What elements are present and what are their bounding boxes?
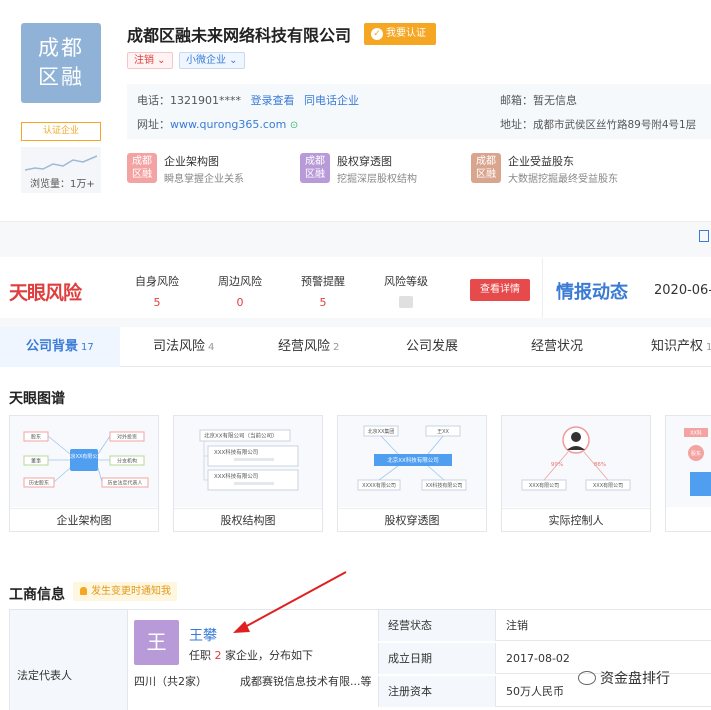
website-link[interactable]: www.qurong365.com bbox=[170, 118, 286, 131]
svg-text:北京XX集团: 北京XX集团 bbox=[368, 428, 395, 435]
svg-text:北京XX有限公司: 北京XX有限公司 bbox=[66, 453, 103, 460]
views-box: 浏览量：1万+ bbox=[21, 147, 101, 193]
legal-rep-region: 四川（共2家） bbox=[134, 675, 207, 688]
graph-card-actual-controller[interactable]: 99% 86% XXX有限公司 XXX有限公司 实际控制人 bbox=[501, 415, 651, 532]
graph-card-label: 企业架构图 bbox=[10, 508, 158, 532]
feature-title: 企业受益股东 bbox=[508, 155, 574, 168]
wechat-icon bbox=[578, 671, 596, 685]
company-name: 成都区融未来网络科技有限公司 bbox=[127, 26, 352, 45]
warning-risk[interactable]: 预警提醒 5 bbox=[293, 273, 353, 309]
svg-text:XX科技有限公司: XX科技有限公司 bbox=[426, 482, 463, 489]
business-section-title: 工商信息 bbox=[9, 587, 65, 603]
view-details-button[interactable]: 查看详情 bbox=[470, 279, 530, 301]
svg-text:历史股东: 历史股东 bbox=[29, 480, 49, 487]
graph-card-label: 股权结构图 bbox=[174, 508, 322, 532]
org-chart-thumbnail: 北京XX有限公司 股东 对外投资 董事 分支机构 历史股东 历史法定代表人 bbox=[10, 416, 158, 507]
equity-icon: 成都 区融 bbox=[300, 153, 330, 183]
graph-section-title: 天眼图谱 bbox=[9, 391, 65, 407]
equity-structure-thumbnail: 北京XX有限公司（当前公司） XXX科技有限公司 XXX科技有限公司 bbox=[174, 416, 322, 507]
svg-text:北京XX有限公司（当前公司）: 北京XX有限公司（当前公司） bbox=[204, 432, 278, 440]
email-row: 邮箱：暂无信息 bbox=[500, 94, 577, 107]
status-tag[interactable]: 注销 ⌄ bbox=[127, 52, 173, 69]
email-value: 暂无信息 bbox=[533, 94, 577, 107]
legal-rep-label-cell: 法定代表人 bbox=[9, 610, 128, 710]
risk-level-blur bbox=[399, 296, 413, 308]
main-tabs: 公司背景 17 司法风险 4 经营风险 2 公司发展 经营状况 知识产权 1 bbox=[0, 327, 711, 367]
feature-desc: 挖掘深层股权结构 bbox=[337, 174, 417, 185]
section-divider bbox=[0, 318, 711, 327]
svg-text:XXX有限公司: XXX有限公司 bbox=[593, 482, 623, 489]
tab-business-status[interactable]: 经营状况 bbox=[531, 327, 583, 367]
business-kv-column: 经营状态 注销 成立日期 2017-08-02 注册资本 50万人民币 bbox=[378, 610, 711, 710]
row-operating-status: 经营状态 注销 bbox=[378, 610, 711, 641]
phone-row: 电话：1321901**** 登录查看 同电话企业 bbox=[137, 94, 359, 107]
graph-card-label: 实际控制人 bbox=[502, 508, 650, 532]
svg-text:XXX科技有限公司: XXX科技有限公司 bbox=[214, 448, 258, 456]
svg-text:历史法定代表人: 历史法定代表人 bbox=[107, 480, 142, 487]
svg-text:王XX: 王XX bbox=[437, 429, 449, 435]
svg-text:86%: 86% bbox=[594, 462, 606, 468]
company-logo: 成都 区融 bbox=[21, 23, 101, 103]
tab-company-development[interactable]: 公司发展 bbox=[406, 327, 458, 367]
document-icon[interactable] bbox=[699, 230, 709, 242]
tab-intellectual-property[interactable]: 知识产权 1 bbox=[651, 327, 711, 367]
trend-chart-icon bbox=[25, 155, 97, 171]
svg-text:北京XX科技有限公司: 北京XX科技有限公司 bbox=[387, 456, 439, 464]
svg-text:XXX科技有限公司: XXX科技有限公司 bbox=[214, 472, 258, 480]
legal-rep-companies[interactable]: 成都赛锐信息技术有限...等 bbox=[240, 673, 372, 689]
feature-desc: 大数据挖掘最终受益股东 bbox=[508, 174, 618, 185]
org-chart-icon: 成都 区融 bbox=[127, 153, 157, 183]
same-phone-link[interactable]: 同电话企业 bbox=[304, 94, 359, 107]
scale-tag[interactable]: 小微企业 ⌄ bbox=[179, 52, 245, 69]
auth-badge[interactable]: 认证企业 bbox=[21, 122, 101, 141]
svg-text:股东: 股东 bbox=[31, 434, 41, 441]
views-count: 浏览量：1万+ bbox=[30, 179, 95, 190]
tab-business-risk[interactable]: 经营风险 2 bbox=[278, 327, 339, 367]
svg-text:XXXX有限公司: XXXX有限公司 bbox=[362, 482, 396, 489]
svg-text:董事: 董事 bbox=[31, 458, 41, 465]
svg-text:XXX有限公司: XXX有限公司 bbox=[529, 482, 559, 489]
tianyan-risk-logo: 天眼风险 bbox=[9, 282, 82, 304]
login-view-link[interactable]: 登录查看 bbox=[251, 94, 295, 107]
checkmark-icon: ✓ bbox=[371, 28, 383, 40]
svg-text:股东: 股东 bbox=[691, 450, 701, 457]
surrounding-risk[interactable]: 周边风险 0 bbox=[210, 273, 270, 309]
graph-card-label: 股权穿透图 bbox=[338, 508, 486, 532]
avatar[interactable]: 王 bbox=[134, 620, 179, 665]
intel-title: 情报动态 bbox=[556, 282, 628, 303]
graph-card-org-chart[interactable]: 北京XX有限公司 股东 对外投资 董事 分支机构 历史股东 历史法定代表人 企业… bbox=[9, 415, 159, 532]
svg-text:分支机构: 分支机构 bbox=[117, 458, 137, 465]
feature-title: 股权穿透图 bbox=[337, 155, 392, 168]
svg-text:XX科: XX科 bbox=[690, 430, 702, 437]
equity-penetration-thumbnail: 北京XX集团 王XX 北京XX科技有限公司 XXXX有限公司 XX科技有限公司 bbox=[338, 416, 486, 507]
verified-icon: ⊙ bbox=[289, 120, 299, 131]
intel-date: 2020-06- bbox=[654, 283, 711, 298]
tab-judicial-risk[interactable]: 司法风险 4 bbox=[153, 327, 214, 367]
phone-value: 1321901**** bbox=[170, 94, 241, 107]
legal-rep-positions: 任职 2 家企业，分布如下 bbox=[189, 649, 313, 662]
risk-level[interactable]: 风险等级 bbox=[376, 273, 436, 308]
beneficiary-icon: 成都 区融 bbox=[471, 153, 501, 183]
claim-button[interactable]: ✓ 我要认证 bbox=[364, 23, 436, 45]
section-divider bbox=[0, 221, 711, 257]
svg-text:对外投资: 对外投资 bbox=[117, 434, 137, 441]
address-row: 地址：成都市武侯区丝竹路89号附4号1层 bbox=[500, 118, 697, 131]
change-notify-button[interactable]: 发生变更时通知我 bbox=[73, 582, 177, 601]
legal-rep-name[interactable]: 王攀 bbox=[189, 625, 217, 645]
claim-label: 我要认证 bbox=[386, 28, 426, 39]
tab-company-background[interactable]: 公司背景 17 bbox=[0, 327, 120, 367]
actual-controller-thumbnail: 99% 86% XXX有限公司 XXX有限公司 bbox=[502, 416, 650, 507]
graph-card-equity-structure[interactable]: 北京XX有限公司（当前公司） XXX科技有限公司 XXX科技有限公司 股权结构图 bbox=[173, 415, 323, 532]
graph-card-equity-penetration[interactable]: 北京XX集团 王XX 北京XX科技有限公司 XXXX有限公司 XX科技有限公司 … bbox=[337, 415, 487, 532]
watermark: 资金盘排行 bbox=[578, 668, 670, 688]
website-row: 网址：www.qurong365.com ⊙ bbox=[137, 118, 299, 131]
feature-desc: 瞬息掌握企业关系 bbox=[164, 174, 244, 185]
feature-title: 企业架构图 bbox=[164, 155, 219, 168]
address-value: 成都市武侯区丝竹路89号附4号1层 bbox=[533, 119, 697, 131]
legal-rep-label: 法定代表人 bbox=[17, 669, 72, 682]
self-risk[interactable]: 自身风险 5 bbox=[127, 273, 187, 309]
beneficiary-thumbnail: XX科 股东 bbox=[666, 416, 711, 507]
graph-card-partial[interactable]: XX科 股东 bbox=[665, 415, 711, 532]
